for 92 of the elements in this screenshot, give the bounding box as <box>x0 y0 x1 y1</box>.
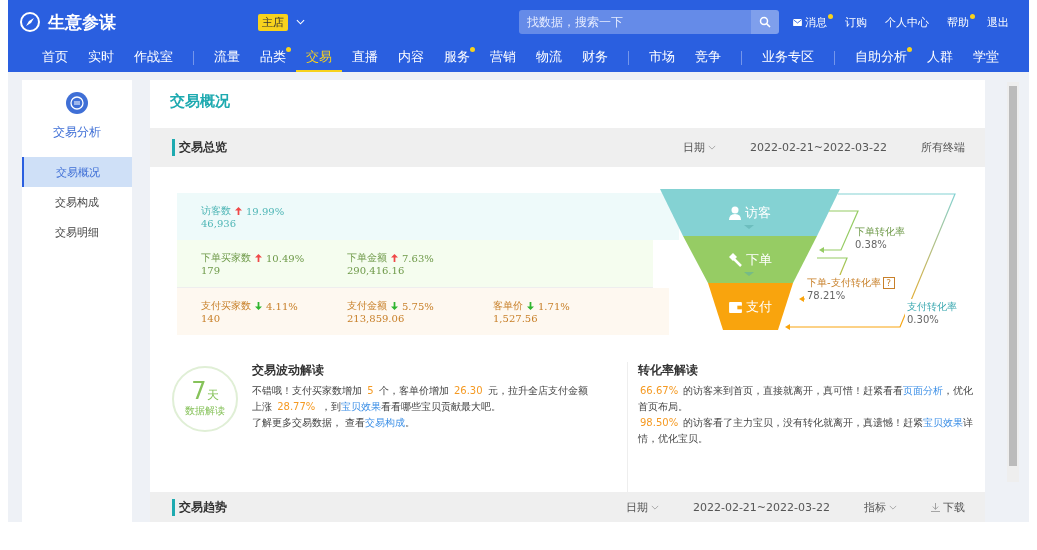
header-link[interactable]: 个人中心 <box>885 14 929 30</box>
metric-label: 访客数 <box>201 204 231 219</box>
chevron-down-icon <box>707 144 716 150</box>
insight-text: 不错哦！支付买家数增加 5 个，客单价增加 26.30 元，拉升全店支付金额上涨 28.77% ，到宝贝效果看看哪些宝贝贡献最大吧。 <box>252 383 589 414</box>
exchange-icon <box>66 92 88 114</box>
rate-label: 支付转化率 <box>907 300 957 315</box>
nav-tab[interactable]: 首页 <box>32 44 78 72</box>
nav-tab[interactable]: 营销 <box>480 44 526 72</box>
rate-value: 0.30% <box>907 314 940 326</box>
insight-link[interactable]: 宝贝效果 <box>923 416 964 428</box>
badge-number: 7 <box>191 377 207 406</box>
help-icon[interactable]: ? <box>882 277 895 290</box>
compass-logo-icon <box>20 12 40 32</box>
insight-link[interactable]: 页面分析 <box>903 384 944 396</box>
download-icon <box>931 502 940 512</box>
page-title: 交易概况 <box>169 91 231 112</box>
funnel-label: 下单 <box>746 251 772 270</box>
nav-tab[interactable]: 实时 <box>78 44 124 72</box>
rate-label: 下单-支付转化率 <box>807 276 881 291</box>
metric-value: 1,527.56 <box>493 313 539 325</box>
metric-value: 290,416.16 <box>347 265 406 277</box>
chevron-down-icon[interactable] <box>296 19 305 25</box>
metric-change: 19.99% <box>246 205 285 217</box>
chevron-down-icon <box>650 504 659 510</box>
nav-tab[interactable]: 品类 <box>250 44 296 72</box>
terminal-dropdown[interactable]: 所有终端 <box>921 139 965 155</box>
nav-tab[interactable]: 物流 <box>526 44 572 72</box>
rate-value: 78.21% <box>807 290 847 302</box>
metric-change: 4.11% <box>266 300 298 312</box>
nav-tab[interactable]: 作战室 <box>124 44 183 72</box>
funnel-label: 访客 <box>745 204 771 223</box>
badge-unit: 天 <box>206 388 219 403</box>
metric-change: 10.49% <box>266 252 305 264</box>
metric-value: 179 <box>201 265 222 277</box>
date-dropdown[interactable]: 日期 <box>625 499 659 515</box>
wallet-icon <box>728 301 742 313</box>
header-link[interactable]: 消息 <box>805 14 827 30</box>
nav-tab[interactable]: 直播 <box>342 44 388 72</box>
rate-label: 下单转化率 <box>855 225 905 240</box>
nav-tab[interactable]: 市场 <box>639 44 685 72</box>
metric-value: 46,936 <box>201 218 237 230</box>
sidebar-item[interactable]: 交易明细 <box>22 217 132 247</box>
badge-caption: 数据解读 <box>185 404 225 419</box>
section-title: 交易总览 <box>172 138 227 156</box>
insight-title: 交易波动解读 <box>252 361 325 379</box>
nav-tab[interactable]: 竞争 <box>685 44 731 72</box>
download-button[interactable]: 下载 <box>931 499 965 515</box>
insight-text: 66.67% 的访客来到首页，直接就离开，真可惜！赶紧看看页面分析，优化首页布局。 <box>638 383 975 414</box>
metric-label: 下单金额 <box>347 251 387 266</box>
metric-dropdown[interactable]: 指标 <box>864 499 897 515</box>
metric-value: 140 <box>201 313 222 325</box>
metric-label: 支付买家数 <box>201 299 251 314</box>
section-title: 交易趋势 <box>172 498 227 516</box>
nav-tab[interactable]: 财务 <box>572 44 618 72</box>
nav-tab[interactable]: 学堂 <box>963 44 1009 72</box>
insight-text: 了解更多交易数据， 查看交易构成。 <box>252 415 417 430</box>
nav-tab[interactable]: 内容 <box>388 44 434 72</box>
metric-label: 客单价 <box>493 299 523 314</box>
metric-label: 支付金额 <box>347 299 387 314</box>
store-badge: 主店 <box>258 13 288 31</box>
date-dropdown[interactable]: 日期 <box>682 139 716 155</box>
rate-value: 0.38% <box>855 239 888 251</box>
metric-label: 下单买家数 <box>201 251 251 266</box>
funnel-label: 支付 <box>745 298 772 317</box>
insight-title: 转化率解读 <box>638 361 699 379</box>
nav-tab[interactable]: 服务 <box>434 44 480 72</box>
search-icon <box>759 16 771 28</box>
scrollbar[interactable] <box>1007 82 1019 482</box>
hammer-icon <box>728 253 742 268</box>
insight-link[interactable]: 宝贝效果 <box>340 400 381 412</box>
chevron-down-icon <box>889 504 897 510</box>
insight-text: 98.50% 的访客看了主力宝贝，没有转化就离开，真遗憾！赶紧宝贝效果详情，优化宝贝。 <box>638 415 975 446</box>
sidebar-title: 交易分析 <box>53 124 101 141</box>
sidebar-item[interactable]: 交易构成 <box>22 187 132 217</box>
person-icon <box>729 206 741 221</box>
metric-change: 5.75% <box>402 300 434 312</box>
sidebar-item[interactable]: 交易概况 <box>22 157 132 187</box>
header-link[interactable]: 退出 <box>987 14 1009 30</box>
metric-change: 7.63% <box>402 252 434 264</box>
nav-tab[interactable]: 业务专区 <box>752 44 824 72</box>
date-range[interactable]: 2022-02-21~2022-03-22 <box>749 140 887 154</box>
nav-tab[interactable]: 流量 <box>204 44 250 72</box>
logo-text: 生意参谋 <box>48 10 116 34</box>
nav-tab[interactable]: 人群 <box>917 44 963 72</box>
date-range[interactable]: 2022-02-21~2022-03-22 <box>692 500 830 514</box>
metric-change: 1.71% <box>538 300 570 312</box>
header-link[interactable]: 订购 <box>845 14 867 30</box>
nav-tab[interactable]: 自助分析 <box>845 44 917 72</box>
metric-value: 213,859.06 <box>347 313 406 325</box>
mail-icon <box>793 18 802 26</box>
header-link[interactable]: 帮助 <box>947 14 969 30</box>
search-button[interactable] <box>751 10 779 34</box>
